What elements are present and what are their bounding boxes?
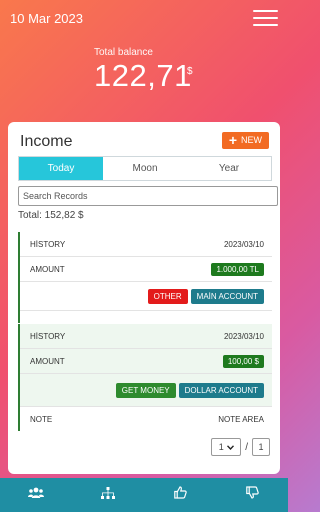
card-title: Income bbox=[20, 133, 73, 150]
dollar-account-button[interactable]: DOLLAR ACCOUNT bbox=[178, 382, 264, 398]
date-label: 10 Mar 2023 bbox=[10, 11, 83, 26]
nav-sitemap[interactable] bbox=[72, 478, 144, 512]
record-amount-row: AMOUNT 1.000,00 TL bbox=[20, 257, 272, 282]
new-button-label: NEW bbox=[241, 135, 262, 145]
note-value: NOTE AREA bbox=[218, 414, 264, 424]
chevron-down-icon bbox=[226, 442, 234, 452]
page-separator: / bbox=[245, 441, 248, 453]
tab-year[interactable]: Year bbox=[187, 157, 271, 180]
search-input[interactable] bbox=[18, 186, 278, 206]
history-date: 2023/03/10 bbox=[223, 239, 264, 249]
period-tabs: Today Moon Year bbox=[18, 156, 272, 181]
record-card: HİSTORY 2023/03/10 AMOUNT 1.000,00 TL OT… bbox=[18, 232, 272, 323]
nav-income[interactable] bbox=[144, 478, 216, 512]
thumbs-down-icon bbox=[245, 486, 259, 504]
thumbs-up-icon bbox=[173, 486, 187, 504]
sitemap-icon bbox=[101, 486, 115, 504]
balance-label: Total balance bbox=[94, 47, 153, 58]
nav-group[interactable] bbox=[0, 478, 72, 512]
amount-label: AMOUNT bbox=[30, 264, 65, 274]
amount-badge: 100,00 $ bbox=[222, 354, 264, 368]
plus-icon: + bbox=[228, 132, 237, 148]
nav-expense[interactable] bbox=[216, 478, 288, 512]
record-note-row: NOTE NOTE AREA bbox=[20, 407, 272, 431]
history-label: HİSTORY bbox=[30, 239, 66, 249]
group-icon bbox=[28, 486, 44, 504]
history-date: 2023/03/10 bbox=[223, 331, 264, 341]
note-label: NOTE bbox=[30, 414, 53, 424]
header: 10 Mar 2023 Total balance 122,71 $ bbox=[0, 0, 288, 140]
page-total: 1 bbox=[252, 438, 270, 456]
record-card: HİSTORY 2023/03/10 AMOUNT 100,00 $ GET M… bbox=[18, 324, 272, 431]
amount-label: AMOUNT bbox=[30, 356, 65, 366]
record-history-row: HİSTORY 2023/03/10 bbox=[20, 324, 272, 349]
pagination: 1 / 1 bbox=[211, 438, 270, 456]
record-buttons-row: OTHER MAİN ACCOUNT bbox=[20, 282, 272, 311]
get-money-button[interactable]: GET MONEY bbox=[115, 382, 176, 398]
main-account-button[interactable]: MAİN ACCOUNT bbox=[190, 288, 264, 304]
record-history-row: HİSTORY 2023/03/10 bbox=[20, 232, 272, 257]
record-buttons-row: GET MONEY DOLLAR ACCOUNT bbox=[20, 374, 272, 407]
page-current: 1 bbox=[218, 442, 224, 452]
income-card: Income + NEW Today Moon Year Total: 152,… bbox=[8, 122, 280, 474]
other-button[interactable]: OTHER bbox=[147, 288, 188, 304]
total-label: Total: 152,82 $ bbox=[18, 210, 84, 221]
history-label: HİSTORY bbox=[30, 331, 66, 341]
record-amount-row: AMOUNT 100,00 $ bbox=[20, 349, 272, 374]
balance-currency: $ bbox=[187, 66, 193, 77]
tab-moon[interactable]: Moon bbox=[103, 157, 187, 180]
new-button[interactable]: + NEW bbox=[221, 132, 269, 149]
amount-badge: 1.000,00 TL bbox=[211, 262, 264, 276]
tab-today[interactable]: Today bbox=[19, 157, 103, 180]
page-select[interactable]: 1 bbox=[211, 438, 242, 456]
balance-value: 122,71 bbox=[94, 58, 192, 93]
bottom-nav bbox=[0, 478, 288, 512]
hamburger-menu-icon[interactable] bbox=[253, 10, 278, 28]
